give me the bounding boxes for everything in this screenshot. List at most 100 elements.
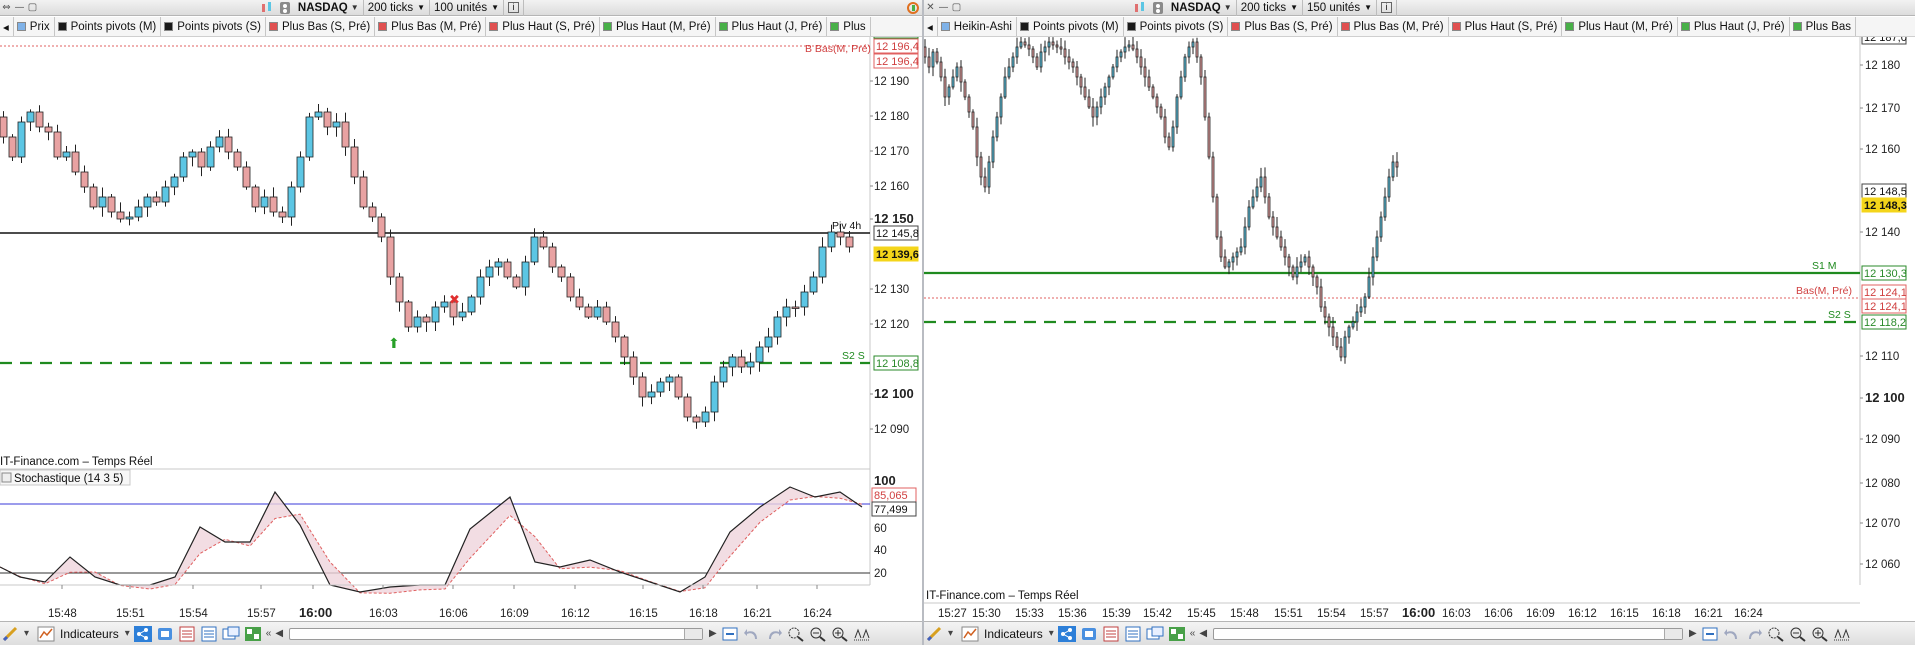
chevron-down-icon[interactable]: ▾: [123, 628, 132, 639]
legend-scroll-left-icon[interactable]: ◂: [924, 17, 938, 36]
candle-body: [512, 276, 521, 288]
legend-item[interactable]: Plus Bas (M, Pré): [375, 17, 487, 36]
chevron-down-icon[interactable]: ▾: [1047, 628, 1056, 639]
zoom-area-icon[interactable]: [787, 626, 805, 642]
scroll-thumb[interactable]: [684, 628, 703, 639]
legend-item[interactable]: Points pivots (M): [55, 17, 162, 36]
left-minimize-icon[interactable]: —: [13, 2, 26, 13]
right-minimize-icon[interactable]: —: [937, 2, 950, 13]
candle-body: [1395, 161, 1399, 168]
legend-scroll-left-icon[interactable]: ◂: [0, 17, 14, 36]
candle-body: [975, 126, 979, 158]
legend-item[interactable]: Plus Haut (S, Pré): [486, 17, 600, 36]
legend-item[interactable]: Heikin-Ashi: [938, 17, 1017, 36]
left-symbol-dropdown[interactable]: NASDAQ ▼: [294, 0, 364, 16]
list-icon[interactable]: [1124, 626, 1142, 642]
zoom-in-icon[interactable]: [1811, 626, 1829, 642]
candles-mini-icon[interactable]: [260, 1, 274, 15]
autoscroll-icon[interactable]: [1701, 626, 1719, 642]
zoom-area-icon[interactable]: [1767, 626, 1785, 642]
orders-icon[interactable]: [1102, 626, 1120, 642]
chevron-down-icon[interactable]: ▾: [22, 628, 31, 639]
right-symbol-dropdown[interactable]: NASDAQ ▼: [1167, 0, 1237, 16]
right-info-button[interactable]: i: [1377, 0, 1397, 16]
left-resize-icon[interactable]: ⇔: [0, 2, 13, 13]
alert-icon[interactable]: [156, 626, 174, 642]
legend-item[interactable]: Plus Haut (J, Pré): [716, 17, 828, 36]
right-ticks-dropdown[interactable]: 200 ticks ▼: [1237, 0, 1303, 16]
scroll-right-icon[interactable]: ▶: [1687, 628, 1699, 639]
layout-icon[interactable]: [244, 626, 262, 642]
legend-item[interactable]: Points pivots (S): [1124, 17, 1229, 36]
right-units-dropdown[interactable]: 150 unités ▼: [1303, 0, 1377, 16]
alert-icon[interactable]: [1080, 626, 1098, 642]
candle-body: [1263, 176, 1267, 198]
list-icon[interactable]: [200, 626, 218, 642]
scroll-left-icon[interactable]: ◀: [1197, 628, 1209, 639]
price-tag-label: 12 130,3: [1864, 268, 1907, 280]
draw-tool-icon[interactable]: [926, 626, 944, 642]
zoom-out-icon[interactable]: [809, 626, 827, 642]
share-icon[interactable]: [1057, 625, 1076, 642]
candle-body: [1055, 44, 1059, 48]
layout-icon[interactable]: [1168, 626, 1186, 642]
candle-body: [323, 111, 332, 128]
chevron-down-icon: ▼: [1290, 2, 1298, 12]
share-icon[interactable]: [133, 625, 152, 642]
candle-body: [963, 81, 967, 98]
legend-item[interactable]: Plus Bas (S, Pré): [1228, 17, 1338, 36]
legend-item[interactable]: Plus Haut (M, Pré): [1562, 17, 1678, 36]
undo-icon[interactable]: [743, 626, 761, 642]
autoscroll-icon[interactable]: [721, 626, 739, 642]
redo-icon[interactable]: [765, 626, 783, 642]
zoom-in-icon[interactable]: [831, 626, 849, 642]
candle-body: [935, 51, 939, 63]
legend-item[interactable]: Prix: [14, 17, 55, 36]
right-horizontal-scrollbar[interactable]: [1213, 627, 1684, 640]
scroll-start-icon[interactable]: «: [264, 628, 274, 639]
left-chart-canvas[interactable]: 12 190 12 180 12 170 12 160 12 150 12 130 12 1…: [0, 37, 922, 621]
left-maximize-icon[interactable]: ▢: [26, 2, 39, 13]
scroll-thumb[interactable]: [1664, 628, 1683, 639]
spacing-icon[interactable]: [1833, 626, 1851, 642]
scroll-start-icon[interactable]: «: [1188, 628, 1198, 639]
candles-mini-icon[interactable]: [1133, 1, 1147, 15]
legend-item[interactable]: Points pivots (S): [161, 17, 266, 36]
legend-item[interactable]: Plus Bas (M, Pré): [1338, 17, 1449, 36]
time-axis-label: 16:09: [1526, 608, 1555, 620]
legend-item[interactable]: Plus Haut (J, Pré): [1678, 17, 1790, 36]
legend-label: Plus Haut (S, Pré): [1464, 20, 1558, 33]
right-chart-canvas[interactable]: 12 180 12 170 12 160 12 140 12 110 12 100 12 0…: [924, 37, 1915, 621]
settings-mini-icon[interactable]: [1151, 1, 1165, 15]
left-info-button[interactable]: i: [504, 0, 524, 16]
legend-item[interactable]: Plus Haut (M, Pré): [600, 17, 716, 36]
candle-body: [1091, 106, 1095, 118]
undo-icon[interactable]: [1723, 626, 1741, 642]
left-indicators-button[interactable]: Indicateurs: [31, 626, 123, 642]
left-horizontal-scrollbar[interactable]: [289, 627, 704, 640]
zoom-out-icon[interactable]: [1789, 626, 1807, 642]
legend-item[interactable]: Plus Haut (S, Pré): [1449, 17, 1563, 36]
left-units-dropdown[interactable]: 100 unités ▼: [430, 0, 504, 16]
right-indicators-button[interactable]: Indicateurs: [955, 626, 1047, 642]
right-close-icon[interactable]: ✕: [924, 2, 937, 13]
spacing-icon[interactable]: [853, 626, 871, 642]
candle-body: [1231, 256, 1235, 263]
screenshot-icon[interactable]: [1146, 626, 1164, 642]
left-ticks-dropdown[interactable]: 200 ticks ▼: [364, 0, 430, 16]
right-maximize-icon[interactable]: ▢: [950, 2, 963, 13]
legend-item[interactable]: Points pivots (M): [1017, 17, 1124, 36]
chevron-down-icon[interactable]: ▾: [946, 628, 955, 639]
legend-item[interactable]: Plus Bas (S, Pré): [266, 17, 376, 36]
candle-body: [1007, 66, 1011, 78]
orders-icon[interactable]: [178, 626, 196, 642]
legend-item[interactable]: Plus: [827, 17, 871, 36]
redo-icon[interactable]: [1745, 626, 1763, 642]
legend-item[interactable]: Plus Bas: [1790, 17, 1857, 36]
scroll-left-icon[interactable]: ◀: [273, 628, 285, 639]
settings-mini-icon[interactable]: [278, 1, 292, 15]
draw-tool-icon[interactable]: [2, 626, 20, 642]
scroll-right-icon[interactable]: ▶: [707, 628, 719, 639]
screenshot-icon[interactable]: [222, 626, 240, 642]
refresh-icon[interactable]: [906, 1, 920, 15]
